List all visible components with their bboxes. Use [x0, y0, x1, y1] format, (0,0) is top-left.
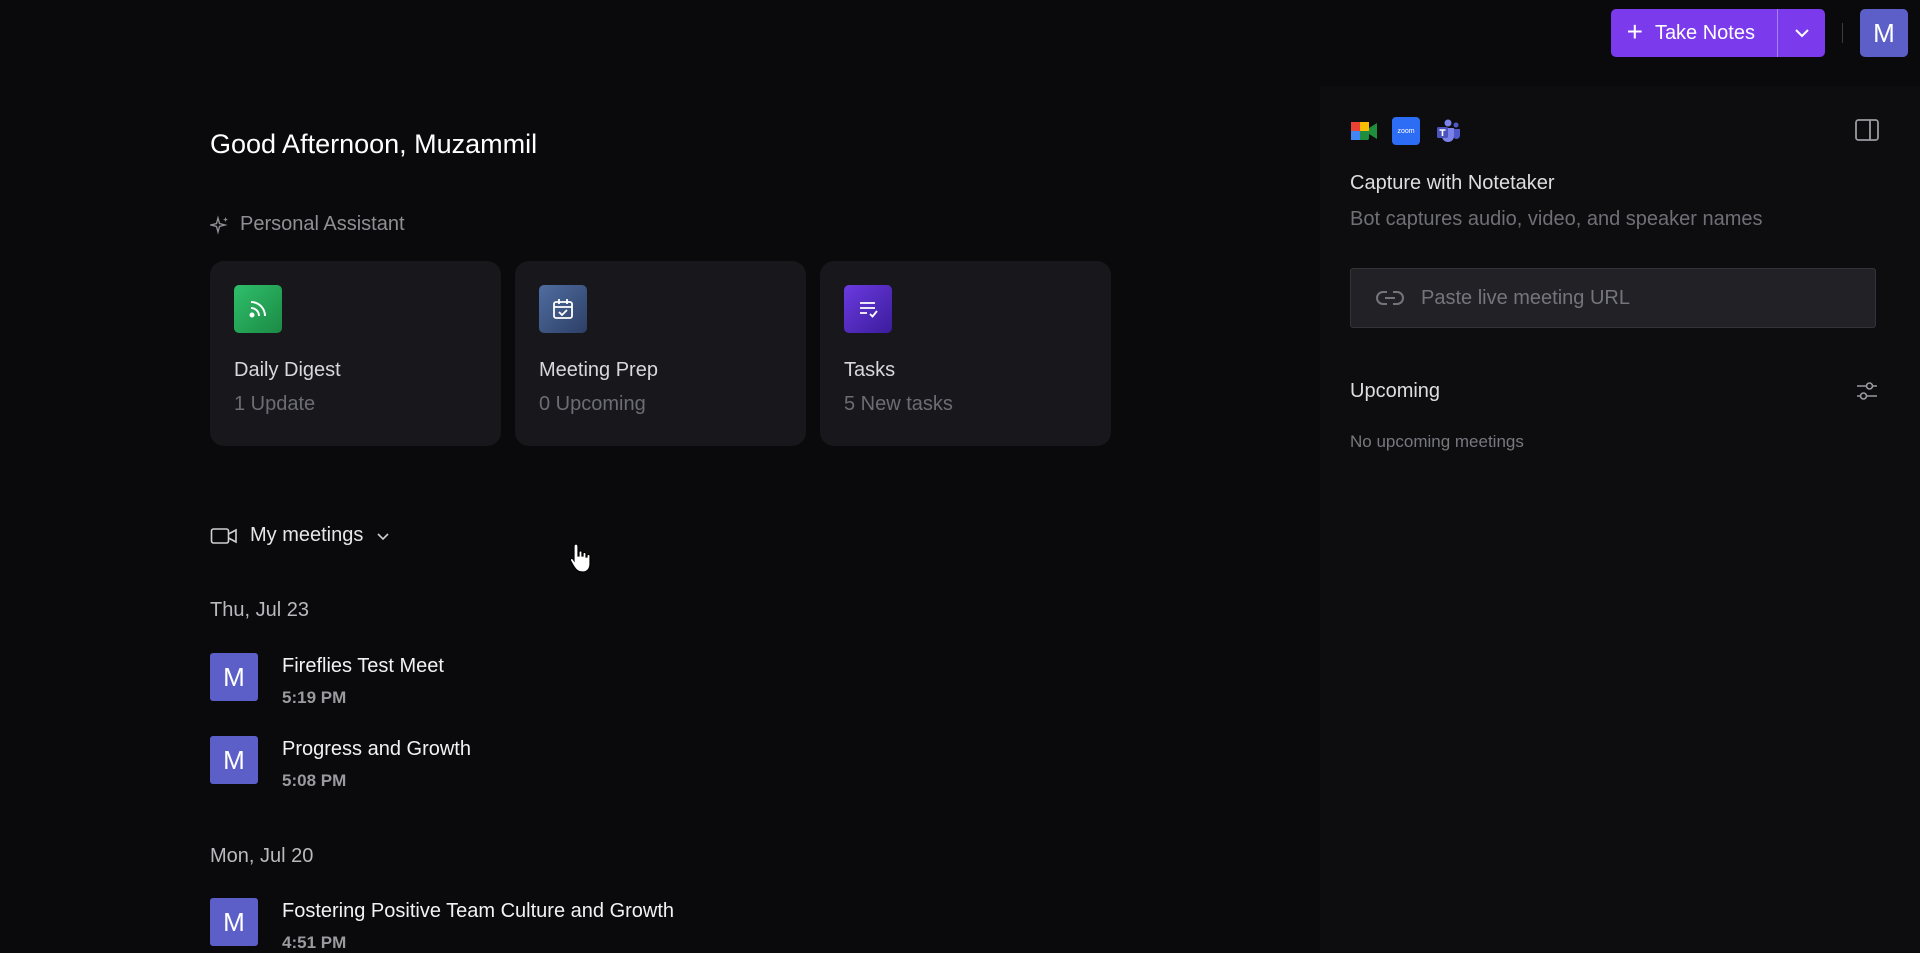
card-subtitle: 5 New tasks	[844, 393, 953, 415]
greeting: Good Afternoon, Muzammil	[210, 129, 538, 159]
card-title: Meeting Prep	[539, 359, 658, 381]
google-meet-icon	[1350, 117, 1378, 145]
day-label: Thu, Jul 23	[210, 599, 309, 621]
avatar: M	[210, 653, 258, 701]
calendar-check-icon	[539, 285, 587, 333]
microsoft-teams-icon	[1434, 117, 1462, 145]
card-daily-digest[interactable]: Daily Digest 1 Update	[210, 261, 501, 446]
meeting-url-input[interactable]	[1419, 285, 1851, 311]
card-meeting-prep[interactable]: Meeting Prep 0 Upcoming	[515, 261, 806, 446]
day-label: Mon, Jul 20	[210, 845, 314, 867]
panel-toggle-button[interactable]	[1854, 118, 1880, 147]
meeting-time: 5:19 PM	[282, 688, 347, 707]
chevron-down-icon	[1794, 29, 1809, 38]
card-title: Daily Digest	[234, 359, 341, 381]
checklist-icon	[844, 285, 892, 333]
rss-icon	[234, 285, 282, 333]
take-notes-dropdown-button[interactable]	[1777, 9, 1825, 57]
assistant-label-text: Personal Assistant	[240, 213, 405, 235]
main-content: Good Afternoon, Muzammil Personal Assist…	[210, 0, 1111, 953]
my-meetings-dropdown[interactable]: My meetings	[210, 524, 391, 547]
meeting-url-field[interactable]	[1350, 268, 1876, 328]
avatar: M	[210, 898, 258, 946]
avatar: M	[210, 736, 258, 784]
list-item[interactable]: M Fireflies Test Meet 5:19 PM	[210, 653, 444, 708]
take-notes-label: Take Notes	[1654, 21, 1755, 44]
meeting-title: Fireflies Test Meet	[282, 655, 444, 677]
meeting-time: 5:08 PM	[282, 771, 347, 790]
notetaker-panel: zoom Capture with Notetaker Bot captures…	[1320, 86, 1920, 952]
card-tasks[interactable]: Tasks 5 New tasks	[820, 261, 1111, 446]
video-camera-icon	[210, 527, 237, 544]
hand-cursor-icon	[569, 543, 591, 573]
card-subtitle: 0 Upcoming	[539, 393, 646, 415]
my-meetings-label: My meetings	[250, 524, 364, 546]
topbar-divider	[1842, 23, 1843, 43]
sliders-icon	[1857, 382, 1877, 400]
capture-subtitle: Bot captures audio, video, and speaker n…	[1350, 208, 1763, 230]
meeting-app-icons: zoom	[1350, 117, 1462, 145]
card-title: Tasks	[844, 359, 896, 381]
assistant-cards: Daily Digest 1 Update Meeting Prep 0 Upc…	[210, 261, 1111, 446]
list-item[interactable]: M Progress and Growth 5:08 PM	[210, 736, 471, 791]
link-icon	[1376, 291, 1404, 305]
take-notes-button[interactable]: + Take Notes	[1611, 9, 1777, 57]
meeting-time: 4:51 PM	[282, 933, 347, 952]
chevron-down-icon	[377, 532, 389, 540]
card-subtitle: 1 Update	[234, 393, 316, 415]
user-avatar[interactable]: M	[1860, 9, 1908, 57]
personal-assistant-label: Personal Assistant	[210, 213, 405, 236]
zoom-icon: zoom	[1392, 117, 1420, 145]
sparkle-icon	[210, 214, 228, 235]
top-bar: + Take Notes M	[1610, 9, 1908, 57]
plus-icon: +	[1626, 15, 1643, 47]
zoom-label: zoom	[1397, 127, 1415, 135]
capture-title: Capture with Notetaker	[1350, 172, 1555, 194]
meeting-title: Fostering Positive Team Culture and Grow…	[282, 900, 675, 922]
take-notes-button-group: + Take Notes	[1610, 9, 1825, 57]
sidebar-toggle-icon	[1855, 119, 1879, 141]
meeting-title: Progress and Growth	[282, 738, 471, 760]
list-item[interactable]: M Fostering Positive Team Culture and Gr…	[210, 898, 674, 953]
upcoming-filter-button[interactable]	[1854, 378, 1880, 409]
upcoming-title: Upcoming	[1350, 380, 1441, 402]
upcoming-empty-text: No upcoming meetings	[1350, 432, 1524, 451]
